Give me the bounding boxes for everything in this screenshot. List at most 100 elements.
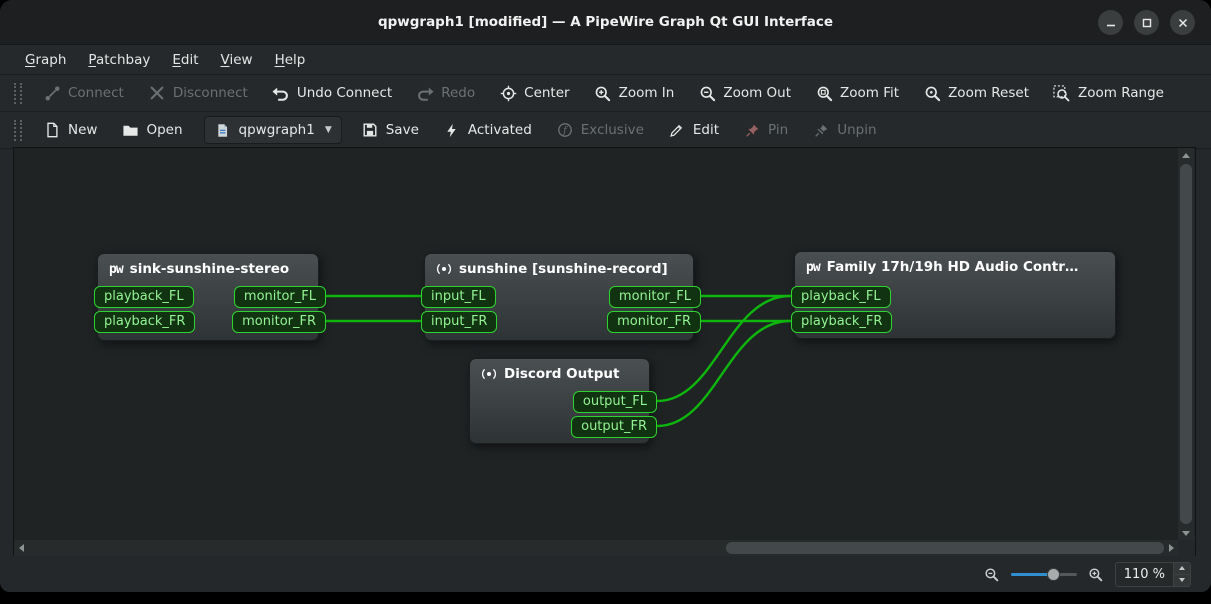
scroll-up-button[interactable] — [1178, 148, 1194, 162]
port-input_FR[interactable]: input_FR — [421, 311, 497, 333]
disconnect-button[interactable]: Disconnect — [137, 79, 259, 107]
toolbar-drag-handle[interactable] — [14, 120, 22, 141]
close-button[interactable] — [1170, 10, 1195, 35]
window-controls — [1098, 0, 1195, 44]
edit-pencil-icon — [668, 121, 686, 139]
port-monitor_FR[interactable]: monitor_FR — [607, 311, 701, 333]
maximize-button[interactable] — [1134, 10, 1159, 35]
scroll-left-icon — [19, 544, 24, 552]
zoom-slider-fill — [1011, 573, 1051, 576]
scroll-left-button[interactable] — [14, 540, 28, 556]
undo-connect-button[interactable]: Undo Connect — [261, 79, 403, 107]
exclusive-icon: f — [556, 121, 574, 139]
scroll-right-button[interactable] — [1164, 540, 1178, 556]
redo-icon — [416, 84, 434, 102]
patchbay-file-icon — [214, 121, 232, 139]
chevron-down-icon: ▼ — [325, 125, 332, 135]
spin-down-icon — [1179, 578, 1185, 582]
node-title: sink-sunshine-stereo — [130, 261, 290, 277]
toolbar-drag-handle[interactable] — [14, 83, 22, 104]
port-input_FL[interactable]: input_FL — [421, 286, 496, 308]
app-window: qpwgraph1 [modified] — A PipeWire Graph … — [0, 0, 1211, 592]
activated-lightning-icon — [443, 121, 461, 139]
port-playback_FL[interactable]: playback_FL — [791, 286, 891, 308]
menu-help[interactable]: Help — [264, 45, 317, 74]
patchbay-select-value: qpwgraph1 — [239, 122, 315, 138]
disconnect-icon — [148, 84, 166, 102]
zoom-out-button[interactable]: Zoom Out — [687, 79, 802, 107]
exclusive-button[interactable]: f Exclusive — [545, 116, 655, 144]
connect-button[interactable]: Connect — [32, 79, 135, 107]
port-playback_FR[interactable]: playback_FR — [791, 311, 892, 333]
monitor-speaker-icon — [481, 366, 497, 382]
node-family-hd-audio[interactable]: pw Family 17h/19h HD Audio Contr… playba… — [794, 251, 1116, 339]
patchbay-select-combobox[interactable]: qpwgraph1 ▼ — [204, 116, 342, 144]
horizontal-scrollbar[interactable] — [14, 540, 1178, 556]
pin-icon — [743, 121, 761, 139]
zoom-reset-button[interactable]: Zoom Reset — [912, 79, 1040, 107]
zoom-fit-button[interactable]: Zoom Fit — [804, 79, 910, 107]
monitor-speaker-icon — [436, 261, 452, 277]
zoom-out-icon — [698, 84, 716, 102]
port-monitor_FL[interactable]: monitor_FL — [609, 286, 701, 308]
close-icon — [1178, 13, 1188, 32]
connect-icon — [43, 84, 61, 102]
center-button[interactable]: Center — [488, 79, 580, 107]
statusbar: 110 % — [0, 556, 1211, 592]
menu-edit[interactable]: Edit — [161, 45, 209, 74]
graph-toolbar: Connect Disconnect Undo Connect Redo Cen… — [0, 75, 1211, 112]
titlebar[interactable]: qpwgraph1 [modified] — A PipeWire Graph … — [0, 0, 1211, 45]
node-discord-output[interactable]: Discord Output output_FL output_FR — [469, 358, 650, 444]
scroll-down-icon — [1182, 531, 1190, 536]
menu-view[interactable]: View — [210, 45, 264, 74]
zoom-in-icon — [594, 84, 612, 102]
edit-button[interactable]: Edit — [657, 116, 730, 144]
open-button[interactable]: Open — [110, 116, 193, 144]
menubar: Graph Patchbay Edit View Help — [0, 45, 1211, 75]
zoom-in-button[interactable]: Zoom In — [583, 79, 686, 107]
unpin-icon — [812, 121, 830, 139]
zoom-range-icon — [1053, 84, 1071, 102]
maximize-icon — [1142, 13, 1152, 32]
port-monitor_FL[interactable]: monitor_FL — [234, 286, 326, 308]
vertical-scrollbar-thumb[interactable] — [1180, 164, 1192, 524]
zoom-spin-up-button[interactable] — [1174, 563, 1190, 574]
zoom-out-small-icon — [984, 566, 1000, 582]
node-title: Family 17h/19h HD Audio Contr… — [827, 259, 1079, 275]
patchbay-toolbar: New Open qpwgraph1 ▼ Save Activated — [0, 112, 1211, 149]
activated-button[interactable]: Activated — [432, 116, 543, 144]
zoom-value[interactable]: 110 % — [1116, 563, 1173, 586]
pin-button[interactable]: Pin — [732, 116, 799, 144]
zoom-spinbox[interactable]: 110 % — [1115, 562, 1191, 587]
new-file-icon — [43, 121, 61, 139]
horizontal-scrollbar-thumb[interactable] — [726, 542, 1164, 554]
menu-graph[interactable]: Graph — [14, 45, 77, 74]
new-button[interactable]: New — [32, 116, 108, 144]
scrollbar-corner — [1178, 540, 1194, 556]
redo-button[interactable]: Redo — [405, 79, 486, 107]
unpin-button[interactable]: Unpin — [801, 116, 887, 144]
port-output_FR[interactable]: output_FR — [571, 416, 657, 438]
zoom-range-button[interactable]: Zoom Range — [1042, 79, 1175, 107]
scroll-down-button[interactable] — [1178, 526, 1194, 540]
open-folder-icon — [121, 121, 139, 139]
zoom-slider[interactable] — [1011, 566, 1077, 582]
zoom-slider-handle[interactable] — [1047, 568, 1060, 581]
node-sink-sunshine-stereo[interactable]: pw sink-sunshine-stereo playback_FL play… — [97, 253, 319, 341]
port-playback_FR[interactable]: playback_FR — [94, 311, 195, 333]
menu-patchbay[interactable]: Patchbay — [77, 45, 161, 74]
center-icon — [499, 84, 517, 102]
graph-canvas[interactable]: pw sink-sunshine-stereo playback_FL play… — [14, 148, 1178, 540]
minimize-icon — [1106, 13, 1116, 32]
pipewire-logo-icon: pw — [109, 262, 123, 277]
port-monitor_FR[interactable]: monitor_FR — [232, 311, 326, 333]
save-button[interactable]: Save — [350, 116, 430, 144]
pipewire-logo-icon: pw — [806, 260, 820, 275]
port-playback_FL[interactable]: playback_FL — [94, 286, 194, 308]
node-title: Discord Output — [504, 366, 619, 382]
vertical-scrollbar[interactable] — [1178, 148, 1194, 540]
node-sunshine[interactable]: sunshine [sunshine-record] input_FL inpu… — [424, 253, 694, 341]
zoom-spin-down-button[interactable] — [1174, 574, 1190, 586]
port-output_FL[interactable]: output_FL — [573, 391, 657, 413]
minimize-button[interactable] — [1098, 10, 1123, 35]
